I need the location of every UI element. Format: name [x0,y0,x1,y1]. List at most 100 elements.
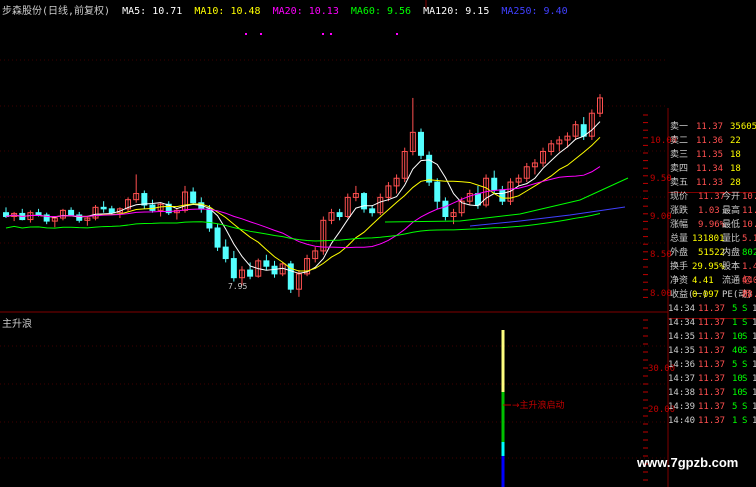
tick-price: 11.37 [698,360,726,370]
ma20-label: MA20: 10.13 [272,6,339,17]
stat-label: 总量 [670,234,689,244]
stat-row: 涨幅9.96%最低10.80 [668,218,756,232]
tick-side: S [742,318,748,328]
ask-volume: 18 [730,164,741,174]
stat-label: 最低 [722,220,741,230]
tick-time: 14:35 [668,332,696,342]
ma5-label: MA5: 10.71 [122,6,183,17]
candle-body [190,191,197,204]
tick-row: 14:40 11.37 1 S 1 [668,414,756,428]
tick-row: 14:35 11.37 10 S 1 [668,330,756,344]
tick-row: 14:34 11.37 1 S 1 [668,316,756,330]
ask-price: 11.33 [696,178,724,188]
tick-time: 14:34 [668,318,696,328]
stat-row: 外盘51522内盘80279 [668,246,756,260]
tick-time: 14:39 [668,402,696,412]
stat-row: 换手29.95%股本1.40亿 [668,260,756,286]
tick-time: 14:35 [668,346,696,356]
stat-value: 131801 [692,234,725,244]
ask-price: 11.34 [696,164,724,174]
stat-value: 5.10 [742,234,756,244]
stat-row: 总量131801量比5.10 [668,232,756,246]
ask-row: 卖三 11.35 18 [668,148,756,162]
stat-label: 涨幅 [670,220,689,230]
candle-body [336,212,343,218]
tick-side: S [742,402,748,412]
quote-spacer [668,108,756,120]
marker [260,33,262,35]
candle-body [442,200,449,217]
tick-count: 1 [752,332,756,342]
stat-label: 涨跌 [670,206,689,216]
tick-price: 11.37 [698,332,726,342]
stat-value: 11.37 [742,206,756,216]
stat-value: 10.80 [742,220,756,230]
indicator-bar-green [501,392,505,442]
tick-row: 14:36 11.37 5 S 1 [668,358,756,372]
candle-body [287,263,294,290]
candle-body [426,154,433,183]
stat-value: 1.03 [698,206,720,216]
candle-body [230,258,237,279]
ask-volume: 22 [730,136,741,146]
ask-row: 卖四 11.34 18 [668,162,756,176]
tick-side: S [742,346,748,356]
indicator-title: 主升浪 [2,319,32,330]
low-price-label: 7.95 [228,282,248,291]
ma250-label: MA250: 9.40 [501,6,568,17]
stat-value: 29.95% [692,262,725,272]
tick-count: 1 [752,374,756,384]
tick-count: 1 [752,346,756,356]
stat-label: 内盘 [722,248,741,258]
indicator-bar-blue [501,456,505,487]
tick-volume: 5 [732,360,738,370]
tick-count: 1 [752,304,756,314]
tick-price: 11.37 [698,346,726,356]
candle-body [417,131,424,156]
candle-body [141,193,148,206]
stat-label: 今开 [722,192,741,202]
tick-count: 1 [752,416,756,426]
stat-value: 0.097 [692,290,720,300]
tick-time: 14:36 [668,360,696,370]
ask-price: 11.36 [696,136,724,146]
tick-count: 1 [752,360,756,370]
launch-annotation: →主升浪启动 [512,401,565,411]
marker [245,33,247,35]
stat-row: 收益(一)0.097PE(动)88.3 [668,288,756,302]
tick-price: 11.37 [698,416,726,426]
candle-body [499,189,506,202]
tick-row: 14:35 11.37 40 S 1 [668,344,756,358]
candle-body [100,206,107,210]
stat-value: 80279 [742,248,756,258]
tick-price: 11.37 [698,304,726,314]
ask-price: 11.37 [696,122,724,132]
tick-price: 11.37 [698,318,726,328]
stat-row: 现价11.37今开10.80 [668,190,756,204]
ask-label: 卖一 [670,122,689,132]
candle-body [434,181,441,202]
stat-label: 现价 [670,192,689,202]
candle-body [491,177,498,191]
tick-time: 14:34 [668,304,696,314]
candle-body [35,212,42,216]
watermark: www.7gpzb.com [637,455,739,470]
indicator-bar-cyan [501,442,505,456]
ask-volume: 18 [730,150,741,160]
indicator-bar-yellow [501,330,505,392]
candle-body [263,260,270,267]
ask-label: 卖四 [670,164,689,174]
kline-chart[interactable] [0,0,756,487]
stock-title: 步森股份(日线,前复权) [2,6,111,17]
tick-volume: 1 [732,318,738,328]
candle-body [108,208,115,214]
tick-row: 14:39 11.37 5 S 1 [668,400,756,414]
stat-label: 流通 [722,276,741,286]
tick-volume: 5 [732,304,738,314]
stat-label: 净资 [670,276,689,286]
stat-value: 4.41 [692,276,714,286]
tick-time: 14:38 [668,388,696,398]
stat-label: 换手 [670,262,689,272]
marker [322,33,324,35]
tick-side: S [742,360,748,370]
